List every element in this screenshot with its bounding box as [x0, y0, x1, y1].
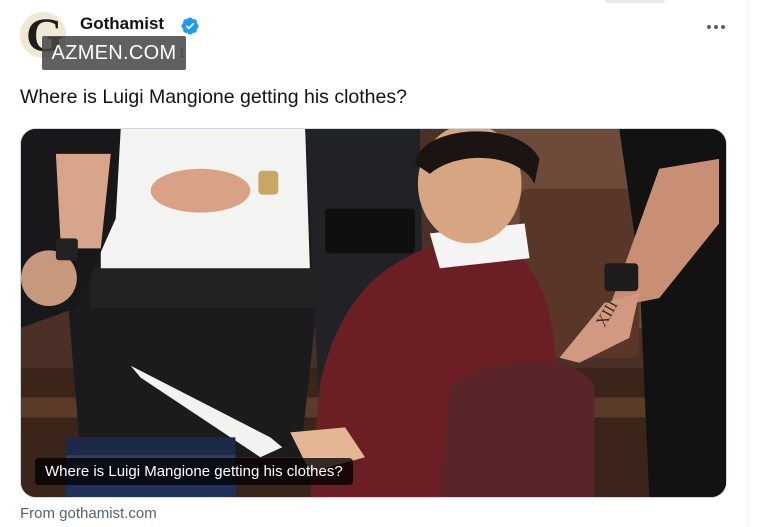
column-divider	[748, 0, 749, 527]
card-caption: Where is Luigi Mangione getting his clot…	[35, 458, 353, 485]
verified-badge-icon	[181, 17, 199, 35]
more-horizontal-icon	[707, 25, 711, 29]
card-photo: XIII	[21, 129, 726, 497]
card-source-link[interactable]: From gothamist.com	[20, 505, 157, 522]
link-card[interactable]: XIII Where is Luigi Mangione getting his…	[20, 128, 727, 498]
watermark-overlay: AZMEN.COM	[42, 36, 186, 70]
more-options-button[interactable]	[700, 14, 732, 40]
top-divider-pill	[605, 0, 665, 3]
tweet-text: Where is Luigi Mangione getting his clot…	[20, 86, 407, 108]
author-name[interactable]: Gothamist	[80, 14, 164, 34]
